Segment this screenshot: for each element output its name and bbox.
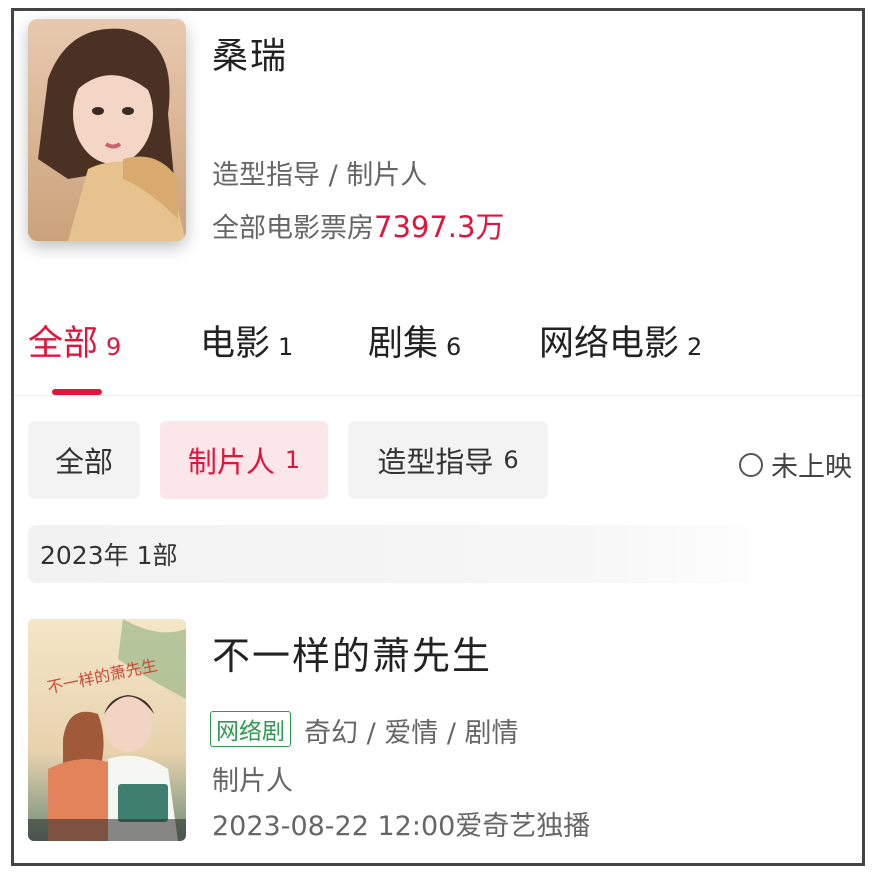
work-genres: 奇幻 / 爱情 / 剧情 [304,718,519,749]
tab-web-movies[interactable]: 网络电影 2 [539,315,702,366]
radio-circle-icon [739,452,763,477]
work-role: 制片人 [212,766,293,797]
unreleased-toggle[interactable]: 未上映 [739,445,852,484]
chip-label: 全部 [54,445,113,479]
avatar[interactable] [28,19,186,241]
filter-chip-styling[interactable]: 造型指导 6 [348,421,548,499]
tab-label: 全部 [28,324,99,364]
year-group-label: 2023年 1部 [40,541,178,570]
chip-count: 6 [503,446,519,474]
box-office-label: 全部电影票房 [212,213,374,244]
unreleased-label: 未上映 [771,452,852,483]
person-name: 桑瑞 [212,36,289,77]
chip-label: 制片人 [187,445,275,479]
work-title[interactable]: 不一样的萧先生 [212,625,492,680]
tab-count: 2 [687,333,703,361]
work-type-badge: 网络剧 [210,711,291,747]
filter-chip-all[interactable]: 全部 [28,421,140,499]
poster-artwork: 不一样的萧先生 [28,619,186,841]
tab-count: 9 [106,333,122,361]
chip-count: 1 [284,446,301,474]
tab-all[interactable]: 全部 9 [28,315,121,366]
chip-label: 造型指导 [377,445,494,479]
tab-count: 1 [278,333,294,361]
tab-series[interactable]: 剧集 6 [368,315,461,366]
filter-chip-producer[interactable]: 制片人 1 [160,421,328,499]
tab-movies[interactable]: 电影 1 [200,315,293,366]
person-roles: 造型指导 / 制片人 [212,160,428,191]
tab-label: 网络电影 [539,324,680,364]
work-release-info: 2023-08-22 12:00爱奇艺独播 [212,811,591,842]
page-frame: 桑瑞 造型指导 / 制片人 全部电影票房7397.3万 全部 9 电影 1 剧集 6 … [11,8,865,866]
tab-label: 剧集 [368,324,439,364]
box-office-value: 7397.3万 [374,210,505,244]
tabs-divider [14,395,862,396]
tab-label: 电影 [200,324,271,364]
box-office-summary: 全部电影票房7397.3万 [212,204,504,246]
year-group-header: 2023年 1部 [28,525,788,583]
work-poster[interactable]: 不一样的萧先生 [28,619,186,841]
avatar-portrait [28,19,186,241]
tab-count: 6 [446,333,462,361]
